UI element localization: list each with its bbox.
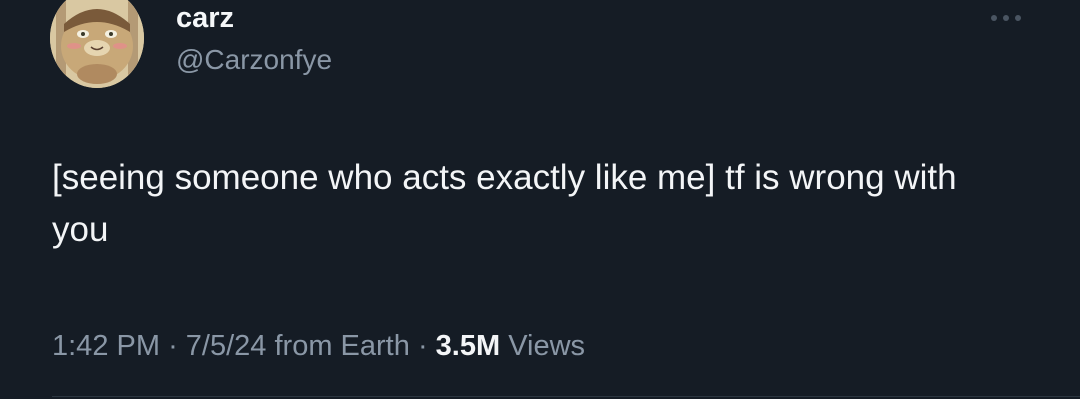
cartoon-avatar-icon — [50, 0, 144, 88]
divider — [52, 396, 1080, 397]
meta-separator: · — [168, 330, 178, 362]
tweet-time[interactable]: 1:42 PM — [52, 330, 160, 362]
views-count[interactable]: 3.5M — [436, 330, 500, 362]
tweet-source: from Earth — [274, 330, 410, 362]
tweet-date[interactable]: 7/5/24 — [186, 330, 267, 362]
tweet-meta: 1:42 PM · 7/5/24 from Earth · 3.5M Views — [52, 326, 585, 366]
views-label[interactable]: Views — [508, 330, 585, 362]
display-name[interactable]: carz — [176, 2, 234, 34]
tweet-text: [seeing someone who acts exactly like me… — [52, 158, 957, 249]
more-options-icon — [991, 15, 1021, 21]
more-options-button[interactable] — [986, 8, 1026, 28]
tweet: carz @Carzonfye [seeing someone who acts… — [0, 0, 1080, 399]
meta-separator: · — [417, 330, 428, 362]
avatar[interactable] — [50, 0, 144, 88]
user-handle[interactable]: @Carzonfye — [176, 44, 332, 76]
